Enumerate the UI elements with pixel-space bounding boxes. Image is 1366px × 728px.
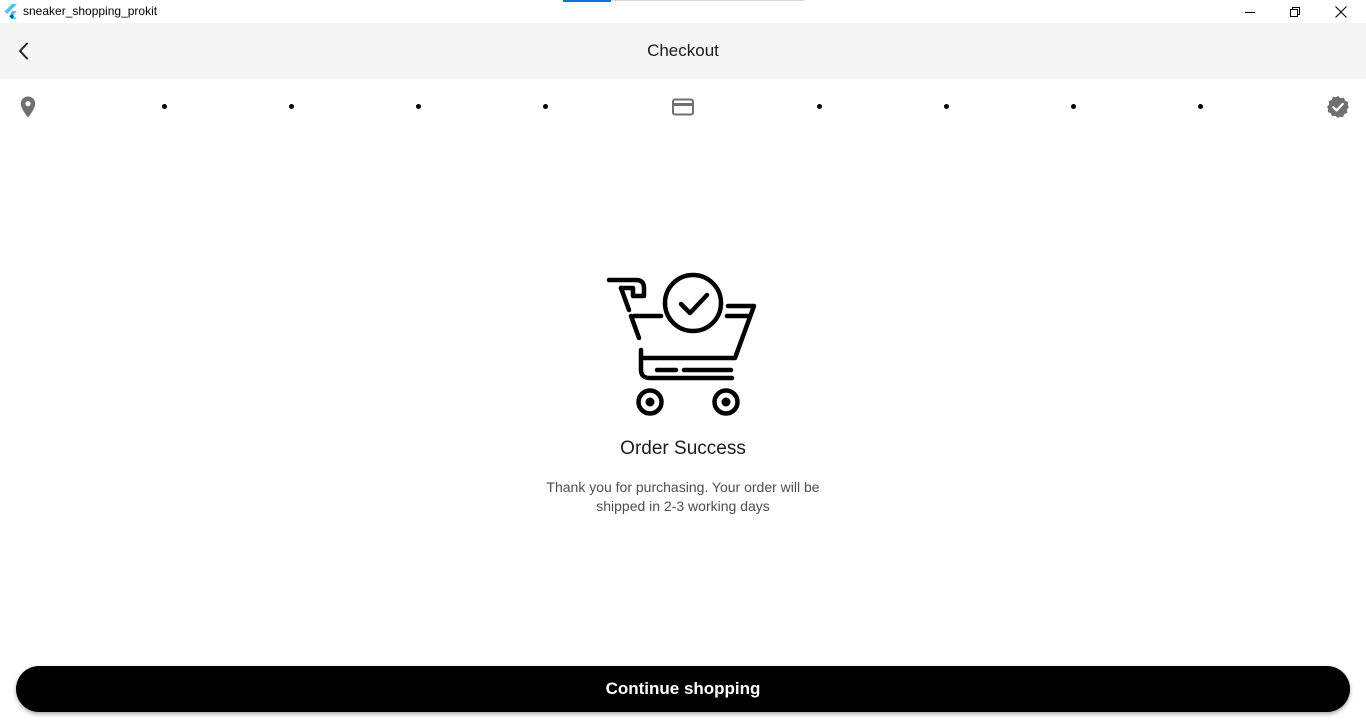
checkout-step-indicator xyxy=(0,93,1366,121)
order-success-title: Order Success xyxy=(620,438,746,459)
order-success-message: Thank you for purchasing. Your order wil… xyxy=(546,479,820,514)
flutter-logo-icon xyxy=(4,4,17,19)
step-confirmation[interactable] xyxy=(1326,95,1350,119)
window-titlebar: sneaker_shopping_prokit xyxy=(0,0,1366,23)
restore-icon xyxy=(1290,6,1300,17)
cart-check-icon xyxy=(606,272,757,416)
step-connector-dot xyxy=(817,104,822,109)
window-title: sneaker_shopping_prokit xyxy=(23,4,158,18)
verified-badge-icon xyxy=(1327,96,1349,118)
credit-card-icon xyxy=(672,98,694,116)
step-connector-dot xyxy=(1198,104,1203,109)
close-icon xyxy=(1335,5,1347,18)
minimize-icon xyxy=(1245,11,1255,13)
close-button[interactable] xyxy=(1318,0,1364,23)
step-connector-dot xyxy=(944,104,949,109)
continue-shopping-button[interactable]: Continue shopping xyxy=(16,666,1350,712)
loading-progress-bar xyxy=(563,0,804,2)
step-address[interactable] xyxy=(16,95,40,119)
step-connector-dot xyxy=(416,104,421,109)
step-connector-dot xyxy=(289,104,294,109)
restore-button[interactable] xyxy=(1272,0,1318,23)
step-connector-dot xyxy=(543,104,548,109)
minimize-button[interactable] xyxy=(1227,0,1273,23)
location-pin-icon xyxy=(20,96,36,118)
app-bar: Checkout xyxy=(0,23,1366,79)
step-connector-dot xyxy=(162,104,167,109)
loading-progress-fill xyxy=(563,0,611,2)
step-payment[interactable] xyxy=(671,95,695,119)
step-connector-dot xyxy=(1071,104,1076,109)
page-title: Checkout xyxy=(647,41,719,60)
